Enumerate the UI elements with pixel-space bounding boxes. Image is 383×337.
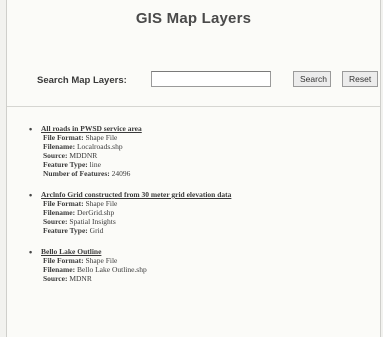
property-value: MDDNR: [69, 151, 98, 160]
property-key: Source:: [43, 274, 68, 283]
page-title: GIS Map Layers: [135, 10, 252, 27]
property-key: Feature Type:: [43, 226, 88, 235]
property-value: DerGrid.shp: [76, 208, 115, 217]
layer-link[interactable]: Bello Lake Outline: [41, 247, 369, 256]
property-value: Spatial Insights: [69, 217, 116, 226]
layer-link[interactable]: Arclnfo Grid constructed from 30 meter g…: [41, 190, 369, 199]
bullet-icon: •: [29, 124, 33, 134]
layer-property: File Format: Shape File: [43, 199, 369, 208]
property-key: Source:: [43, 217, 68, 226]
reset-button[interactable]: Reset: [342, 71, 378, 87]
search-button[interactable]: Search: [293, 71, 331, 87]
property-key: Filename:: [43, 208, 76, 217]
property-value: 24096: [111, 169, 131, 178]
page-frame: GIS Map Layers Search Map Layers: Search…: [6, 0, 381, 337]
list-item: • All roads in PWSD service area File Fo…: [29, 124, 369, 178]
layer-property: Source: MDDNR: [43, 151, 369, 160]
bullet-icon: •: [29, 247, 33, 257]
property-key: Number of Features:: [43, 169, 110, 178]
property-value: Shape File: [85, 133, 118, 142]
layer-list: • All roads in PWSD service area File Fo…: [29, 124, 369, 295]
property-value: MDNR: [69, 274, 92, 283]
property-key: File Format:: [43, 256, 84, 265]
property-value: Shape File: [85, 199, 118, 208]
layer-link[interactable]: All roads in PWSD service area: [41, 124, 369, 133]
search-form: Search Map Layers: Search Reset: [37, 70, 380, 94]
property-key: Filename:: [43, 142, 76, 151]
property-key: Feature Type:: [43, 160, 88, 169]
property-key: Source:: [43, 151, 68, 160]
layer-property: Filename: DerGrid.shp: [43, 208, 369, 217]
layer-property: Source: MDNR: [43, 274, 369, 283]
divider: [7, 106, 380, 107]
layer-property: Feature Type: line: [43, 160, 369, 169]
search-input[interactable]: [151, 71, 271, 87]
property-value: Localroads.shp: [76, 142, 123, 151]
property-value: Grid: [89, 226, 104, 235]
layer-property: File Format: Shape File: [43, 256, 369, 265]
property-key: File Format:: [43, 133, 84, 142]
property-value: Bello Lake Outline.shp: [76, 265, 147, 274]
property-value: Shape File: [85, 256, 118, 265]
layer-property: File Format: Shape File: [43, 133, 369, 142]
layer-property: Filename: Bello Lake Outline.shp: [43, 265, 369, 274]
property-value: line: [89, 160, 101, 169]
bullet-icon: •: [29, 190, 33, 200]
layer-property: Source: Spatial Insights: [43, 217, 369, 226]
layer-property: Number of Features: 24096: [43, 169, 369, 178]
search-label: Search Map Layers:: [37, 75, 127, 86]
layer-property: Feature Type: Grid: [43, 226, 369, 235]
list-item: • Bello Lake Outline File Format: Shape …: [29, 247, 369, 283]
layer-property: Filename: Localroads.shp: [43, 142, 369, 151]
property-key: Filename:: [43, 265, 76, 274]
list-item: • Arclnfo Grid constructed from 30 meter…: [29, 190, 369, 235]
property-key: File Format:: [43, 199, 84, 208]
